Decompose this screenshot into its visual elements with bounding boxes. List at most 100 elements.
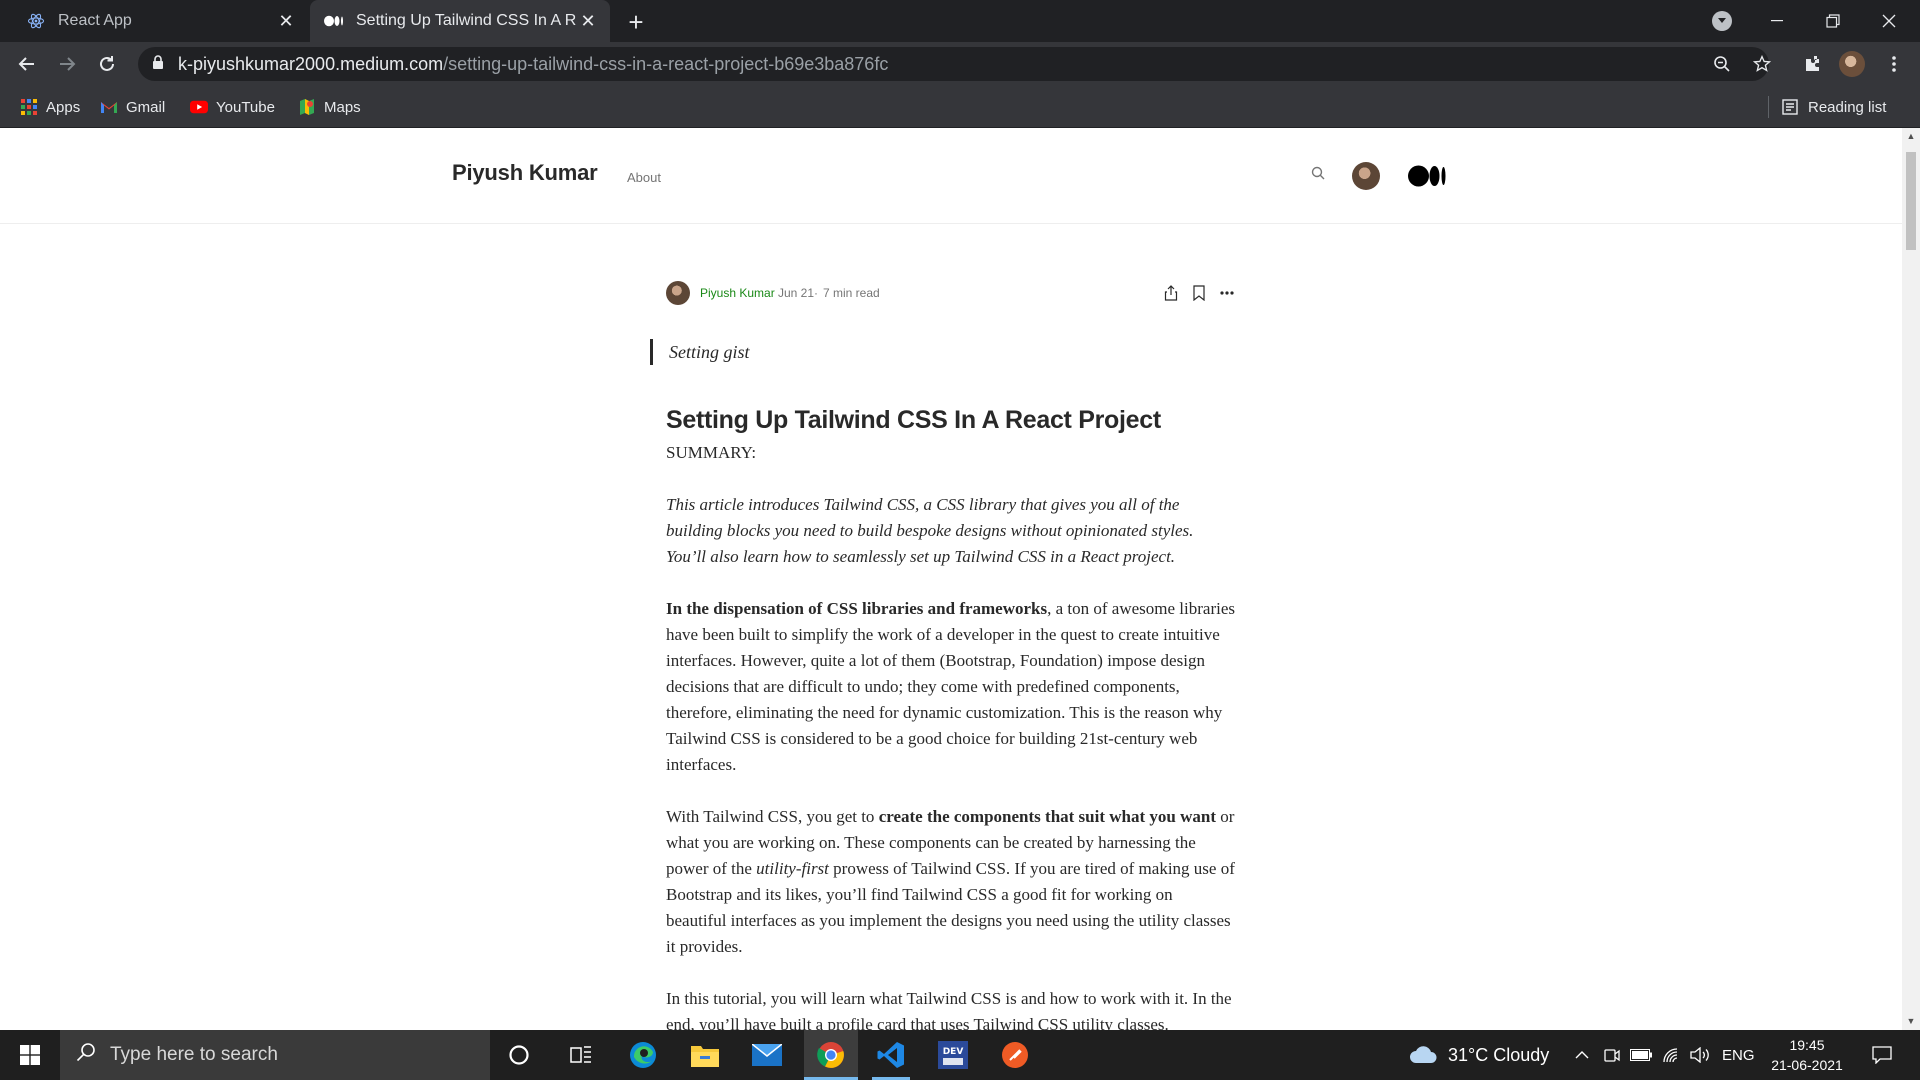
bookmark-star-icon[interactable]: [1748, 50, 1776, 78]
reading-list-label: Reading list: [1808, 98, 1887, 116]
share-icon[interactable]: [1160, 282, 1182, 304]
avatar[interactable]: [1352, 162, 1380, 190]
forward-icon[interactable]: [53, 50, 81, 78]
scroll-up-icon[interactable]: ▲: [1906, 131, 1916, 141]
italic-text: utility-first: [756, 859, 829, 878]
site-header: Piyush Kumar About: [0, 128, 1902, 224]
address-bar[interactable]: k-piyushkumar2000.medium.com/setting-up-…: [138, 47, 1769, 81]
article-title: Setting Up Tailwind CSS In A React Proje…: [666, 406, 1161, 434]
task-view-icon[interactable]: [556, 1030, 606, 1080]
restore-icon[interactable]: [1810, 0, 1856, 42]
bold-text: In the dispensation of CSS libraries and…: [666, 599, 1048, 618]
bookmark-apps[interactable]: Apps: [20, 96, 80, 118]
read-time: 7 min read: [823, 286, 880, 300]
url-host: k-piyushkumar2000.medium.com: [178, 53, 444, 74]
pull-quote: Setting gist: [650, 339, 750, 365]
scroll-down-icon[interactable]: ▼: [1906, 1016, 1916, 1026]
bookmark-icon[interactable]: [1188, 282, 1210, 304]
author-link[interactable]: Piyush Kumar: [700, 286, 775, 300]
medium-icon: [324, 11, 344, 31]
react-icon: [26, 11, 46, 31]
tab-title: Setting Up Tailwind CSS In A React Proje…: [356, 12, 576, 29]
article-paragraph: In the dispensation of CSS libraries and…: [666, 596, 1236, 778]
language-indicator[interactable]: ENG: [1722, 1030, 1755, 1080]
weather-cloud-icon[interactable]: [1406, 1030, 1440, 1080]
back-icon[interactable]: [13, 50, 41, 78]
youtube-icon: [190, 98, 208, 116]
search-placeholder: Type here to search: [110, 1044, 278, 1065]
wifi-icon[interactable]: [1660, 1030, 1684, 1080]
bold-text: create the components that suit what you…: [878, 807, 1216, 826]
windows-taskbar: Type here to search DEV 31°C Cloudy ENG …: [0, 1030, 1920, 1080]
lock-icon: [152, 54, 164, 75]
minimize-icon[interactable]: [1754, 0, 1800, 42]
reading-list-icon: [1782, 99, 1798, 115]
maps-icon: [298, 98, 316, 116]
postman-icon[interactable]: [990, 1030, 1040, 1080]
close-icon[interactable]: ✕: [576, 9, 600, 33]
edge-icon[interactable]: [618, 1030, 668, 1080]
zoom-icon[interactable]: [1708, 50, 1736, 78]
profile-avatar-icon[interactable]: [1838, 50, 1866, 78]
article-paragraph: With Tailwind CSS, you get to create the…: [666, 804, 1236, 960]
bookmark-youtube[interactable]: YouTube: [190, 96, 275, 118]
battery-icon[interactable]: [1628, 1030, 1654, 1080]
article-paragraph: In this tutorial, you will learn what Ta…: [666, 989, 1232, 1030]
tab-react-app[interactable]: React App ✕: [8, 0, 308, 42]
bookmark-gmail[interactable]: Gmail: [100, 96, 165, 118]
system-clock[interactable]: 19:45 21-06-2021: [1762, 1035, 1852, 1075]
menu-kebab-icon[interactable]: [1880, 50, 1908, 78]
close-icon[interactable]: ✕: [274, 9, 298, 33]
divider: [1768, 96, 1769, 118]
bookmarks-bar: Apps Gmail YouTube Maps Reading list: [0, 86, 1920, 128]
reload-icon[interactable]: [93, 50, 121, 78]
bookmark-label: Gmail: [126, 98, 166, 116]
tab-medium-article[interactable]: Setting Up Tailwind CSS In A React Proje…: [310, 0, 610, 42]
vscode-icon[interactable]: [866, 1030, 916, 1080]
cortana-icon[interactable]: [494, 1030, 544, 1080]
chrome-taskbar-icon[interactable]: [804, 1030, 858, 1080]
medium-logo-icon[interactable]: [1408, 165, 1446, 187]
dev-community-icon[interactable]: DEV: [928, 1030, 978, 1080]
bookmark-label: YouTube: [216, 98, 275, 116]
browser-tab-strip: React App ✕ Setting Up Tailwind CSS In A…: [0, 0, 1920, 42]
browser-toolbar: k-piyushkumar2000.medium.com/setting-up-…: [0, 42, 1920, 86]
paragraph-text: , a ton of awesome libraries have been b…: [666, 599, 1236, 774]
summary-label: SUMMARY:: [666, 443, 757, 462]
bookmark-maps[interactable]: Maps: [298, 96, 361, 118]
apps-grid-icon: [20, 98, 38, 116]
windows-start-icon[interactable]: [0, 1030, 60, 1080]
mail-icon[interactable]: [742, 1030, 792, 1080]
search-icon[interactable]: [1311, 166, 1329, 184]
url-path: /setting-up-tailwind-css-in-a-react-proj…: [443, 53, 889, 74]
publish-date: Jun 21: [778, 286, 815, 300]
author-avatar[interactable]: [666, 281, 690, 305]
chevron-up-icon[interactable]: [1570, 1030, 1594, 1080]
gmail-icon: [100, 98, 118, 116]
site-name[interactable]: Piyush Kumar: [452, 160, 598, 186]
meet-now-icon[interactable]: [1600, 1030, 1624, 1080]
notifications-icon[interactable]: [1862, 1030, 1902, 1080]
svg-text:DEV: DEV: [943, 1047, 964, 1057]
volume-icon[interactable]: [1688, 1030, 1714, 1080]
article-meta: Piyush Kumar Jun 21 · 7 min read: [666, 280, 1234, 306]
close-window-icon[interactable]: [1866, 0, 1912, 42]
medium-page: Piyush Kumar About Piyush Kumar Jun 21 ·…: [0, 128, 1902, 1030]
reading-list-button[interactable]: Reading list: [1768, 96, 1887, 118]
meta-separator: ·: [814, 286, 818, 300]
tab-search-icon[interactable]: [1712, 11, 1732, 31]
search-icon: [76, 1042, 96, 1068]
file-explorer-icon[interactable]: [680, 1030, 730, 1080]
clock-time: 19:45: [1789, 1037, 1825, 1053]
weather-text[interactable]: 31°C Cloudy: [1448, 1030, 1549, 1080]
extensions-icon[interactable]: [1799, 50, 1827, 78]
page-scrollbar[interactable]: ▲ ▼: [1902, 128, 1920, 1030]
clock-date: 21-06-2021: [1771, 1057, 1843, 1073]
scroll-thumb[interactable]: [1906, 152, 1916, 250]
about-link[interactable]: About: [627, 170, 661, 185]
paragraph-text: With Tailwind CSS, you get to: [666, 807, 879, 826]
new-tab-icon[interactable]: +: [622, 7, 650, 37]
more-icon[interactable]: [1216, 282, 1238, 304]
bookmark-label: Maps: [324, 98, 361, 116]
taskbar-search-input[interactable]: Type here to search: [60, 1030, 490, 1080]
